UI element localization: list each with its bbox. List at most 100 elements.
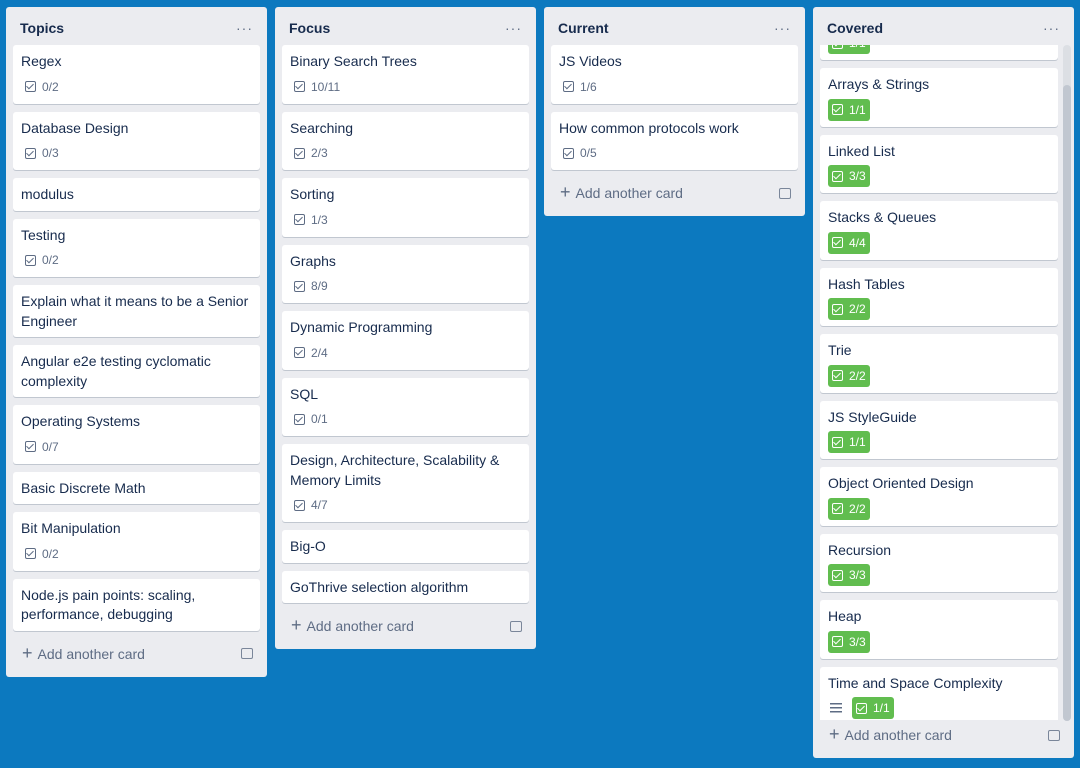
card[interactable]: Binary Search Trees 10/11 [282, 45, 529, 104]
checklist-badge: 10/11 [290, 76, 344, 98]
card[interactable]: Stacks & Queues 4/4 [820, 201, 1058, 260]
card[interactable]: Design, Architecture, Scalability & Memo… [282, 444, 529, 522]
card-badges: 3/3 [828, 564, 1050, 586]
plus-icon: + [22, 642, 33, 663]
card-template-icon[interactable] [1048, 729, 1060, 741]
checklist-badge: 0/2 [21, 249, 63, 271]
list-menu-icon[interactable]: ··· [774, 20, 791, 36]
card[interactable]: Arrays & Strings 1/1 [820, 68, 1058, 127]
add-card-label-wrap: + Add another card [291, 616, 414, 634]
add-card-label: Add another card [844, 727, 952, 743]
list-menu-icon[interactable]: ··· [1043, 20, 1060, 36]
card-template-icon[interactable] [510, 620, 522, 632]
checklist-badge: 1/1 [828, 431, 870, 453]
list-menu-icon[interactable]: ··· [505, 20, 522, 36]
checklist-icon [832, 303, 843, 315]
list-title[interactable]: Focus [289, 20, 330, 36]
checklist-badge: 2/3 [290, 142, 332, 164]
card[interactable]: Explain what it means to be a Senior Eng… [13, 285, 260, 337]
checklist-icon [832, 45, 843, 49]
card-list: JS Videos 1/6 How common protocols work 0/5 [544, 45, 805, 178]
card-template-icon[interactable] [241, 648, 253, 659]
checklist-count: 0/5 [580, 146, 597, 160]
checklist-count: 2/4 [311, 345, 328, 360]
card[interactable]: Trie 2/2 [820, 334, 1058, 393]
card-title: JS Videos [559, 53, 622, 69]
card[interactable]: Angular e2e testing cyclomatic complexit… [13, 345, 260, 397]
card[interactable]: Sorting 1/3 [282, 178, 529, 237]
checklist-icon [25, 81, 36, 92]
list-title[interactable]: Topics [20, 20, 64, 36]
card[interactable]: Dynamic Programming 2/4 [282, 311, 529, 370]
checklist-icon [856, 702, 867, 714]
scrollbar[interactable] [1063, 45, 1071, 721]
checklist-badge: 0/7 [21, 436, 63, 458]
card-template-icon[interactable] [779, 187, 791, 199]
card[interactable]: 1/1 [820, 45, 1058, 60]
card-badges: 3/3 [828, 630, 1050, 653]
checklist-badge: 3/3 [828, 564, 870, 586]
checklist-badge: 1/3 [290, 209, 332, 231]
card[interactable]: Hash Tables 2/2 [820, 267, 1058, 326]
card[interactable]: Time and Space Complexity 1/1 [820, 666, 1058, 720]
card[interactable]: Database Design 0/3 [13, 111, 260, 170]
card[interactable]: Linked List 3/3 [820, 134, 1058, 193]
card[interactable]: Regex 0/2 [13, 45, 260, 104]
card[interactable]: modulus [13, 178, 260, 211]
card[interactable]: Node.js pain points: scaling, performanc… [13, 578, 260, 631]
checklist-icon [832, 170, 843, 182]
board: Topics ··· Regex 0/2 Database Design 0/3 modul… [6, 7, 1074, 758]
checklist-badge: 1/1 [852, 697, 894, 719]
card[interactable]: Testing 0/2 [13, 218, 260, 277]
card-title: Object Oriented Design [828, 475, 974, 491]
checklist-badge: 2/2 [828, 497, 870, 520]
add-card-button[interactable]: + Add another card [6, 639, 267, 677]
card[interactable]: Recursion 3/3 [820, 533, 1058, 592]
card[interactable]: JS Videos 1/6 [551, 45, 798, 104]
checklist-badge: 0/3 [21, 142, 63, 164]
card-badges: 0/3 [21, 142, 252, 164]
card[interactable]: Bit Manipulation 0/2 [13, 512, 260, 571]
list-title[interactable]: Covered [827, 20, 883, 36]
add-card-button[interactable]: + Add another card [544, 178, 805, 216]
card-title: Testing [21, 226, 66, 243]
list-title[interactable]: Current [558, 20, 609, 36]
checklist-badge: 1/6 [559, 76, 601, 98]
checklist-badge: 0/5 [559, 142, 601, 164]
add-card-label: Add another card [575, 185, 683, 201]
checklist-count: 0/1 [311, 412, 328, 426]
card[interactable]: Searching 2/3 [282, 111, 529, 170]
checklist-badge: 3/3 [828, 165, 870, 187]
card-title: Arrays & Strings [828, 76, 930, 92]
add-card-button[interactable]: + Add another card [275, 611, 536, 649]
card-title: Operating Systems [21, 413, 141, 429]
checklist-badge: 4/4 [828, 231, 870, 254]
card[interactable]: Big-O [282, 530, 529, 563]
card[interactable]: Heap 3/3 [820, 600, 1058, 659]
checklist-icon [25, 548, 36, 559]
card-title: Hash Tables [828, 275, 905, 292]
list-header: Focus ··· [275, 7, 536, 45]
checklist-icon [294, 147, 305, 159]
card[interactable]: Graphs 8/9 [282, 244, 529, 303]
checklist-badge: 0/2 [21, 543, 63, 565]
card[interactable]: Object Oriented Design 2/2 [820, 467, 1058, 526]
card[interactable]: Basic Discrete Math [13, 471, 260, 504]
checklist-count: 4/7 [311, 498, 328, 512]
card[interactable]: How common protocols work 0/5 [551, 111, 798, 170]
card-title: Time and Space Complexity [828, 674, 1003, 691]
card-badges: 2/2 [828, 497, 1050, 520]
card-title: Database Design [21, 119, 129, 136]
card[interactable]: JS StyleGuide 1/1 [820, 400, 1058, 459]
checklist-count: 1/1 [873, 701, 890, 715]
list-menu-icon[interactable]: ··· [236, 20, 253, 36]
card-title: Explain what it means to be a Senior Eng… [21, 293, 249, 329]
card[interactable]: SQL 0/1 [282, 377, 529, 436]
card-title: Binary Search Trees [290, 53, 417, 69]
scrollbar-thumb[interactable] [1063, 85, 1071, 721]
card-title: Linked List [828, 142, 895, 159]
add-card-button[interactable]: + Add another card [813, 720, 1074, 758]
card[interactable]: GoThrive selection algorithm [282, 570, 529, 603]
card-list: Regex 0/2 Database Design 0/3 modulus Testing… [6, 45, 267, 639]
card[interactable]: Operating Systems 0/7 [13, 405, 260, 464]
